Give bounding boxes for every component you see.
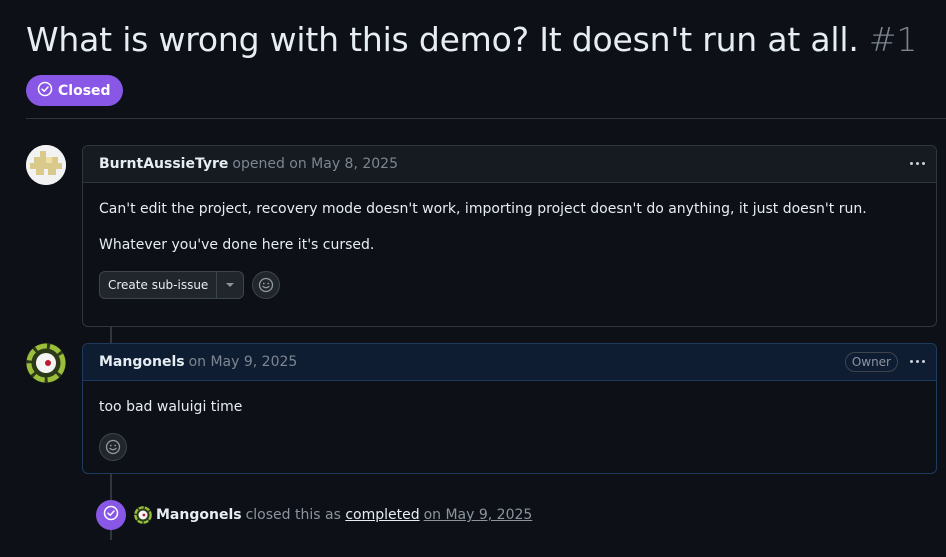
issue-title: What is wrong with this demo? It doesn't… [26, 18, 917, 62]
comment-actions: Create sub-issue [99, 271, 920, 299]
issue-state-label: Closed [58, 82, 111, 99]
comment-actions [99, 433, 920, 461]
check-circle-icon [37, 81, 53, 101]
comment-meta[interactable]: on May 9, 2025 [189, 354, 298, 370]
triangle-down-icon[interactable] [217, 272, 243, 298]
issue-number: #1 [868, 20, 918, 59]
avatar[interactable] [134, 506, 152, 524]
smiley-icon[interactable] [99, 433, 127, 461]
owner-badge: Owner [844, 352, 898, 372]
comment-paragraph: Can't edit the project, recovery mode do… [99, 201, 867, 217]
comment-author[interactable]: BurntAussieTyre [99, 156, 228, 172]
closed-event-badge [96, 500, 126, 530]
kebab-horizontal-icon[interactable] [906, 154, 928, 172]
comment-paragraph: too bad waluigi time [99, 399, 243, 415]
comment-body: too bad waluigi time [83, 381, 936, 473]
create-sub-issue-button[interactable]: Create sub-issue [100, 272, 218, 298]
comment-author[interactable]: Mangonels [99, 354, 185, 370]
comment-card: BurntAussieTyre opened on May 8, 2025 Ca… [82, 145, 937, 327]
comment-header: Mangonels on May 9, 2025 Owner [83, 344, 936, 381]
timeline-connector [110, 326, 112, 343]
event-actor[interactable]: Mangonels [156, 507, 242, 523]
event-date[interactable]: on May 9, 2025 [424, 507, 533, 523]
avatar[interactable] [26, 343, 66, 383]
timeline-connector [110, 530, 112, 540]
comment-card: Mangonels on May 9, 2025 Owner too bad w… [82, 343, 937, 474]
create-sub-issue-button-group: Create sub-issue [99, 271, 245, 299]
avatar[interactable] [26, 145, 66, 185]
issue-title-text: What is wrong with this demo? It doesn't… [26, 20, 859, 59]
closed-event: Mangonels closed this as completed on Ma… [96, 500, 532, 530]
header-divider [26, 118, 946, 119]
comment-paragraph: Whatever you've done here it's cursed. [99, 237, 375, 253]
issue-state-badge: Closed [26, 75, 123, 106]
comment-body: Can't edit the project, recovery mode do… [83, 183, 936, 315]
event-text: closed this as [245, 507, 341, 523]
comment-header: BurntAussieTyre opened on May 8, 2025 [83, 146, 936, 183]
timeline-connector [110, 474, 112, 500]
kebab-horizontal-icon[interactable] [906, 352, 928, 370]
comment-meta[interactable]: opened on May 8, 2025 [232, 156, 398, 172]
event-reason-link[interactable]: completed [345, 507, 419, 523]
smiley-icon[interactable] [252, 271, 281, 299]
check-circle-icon [103, 505, 119, 525]
